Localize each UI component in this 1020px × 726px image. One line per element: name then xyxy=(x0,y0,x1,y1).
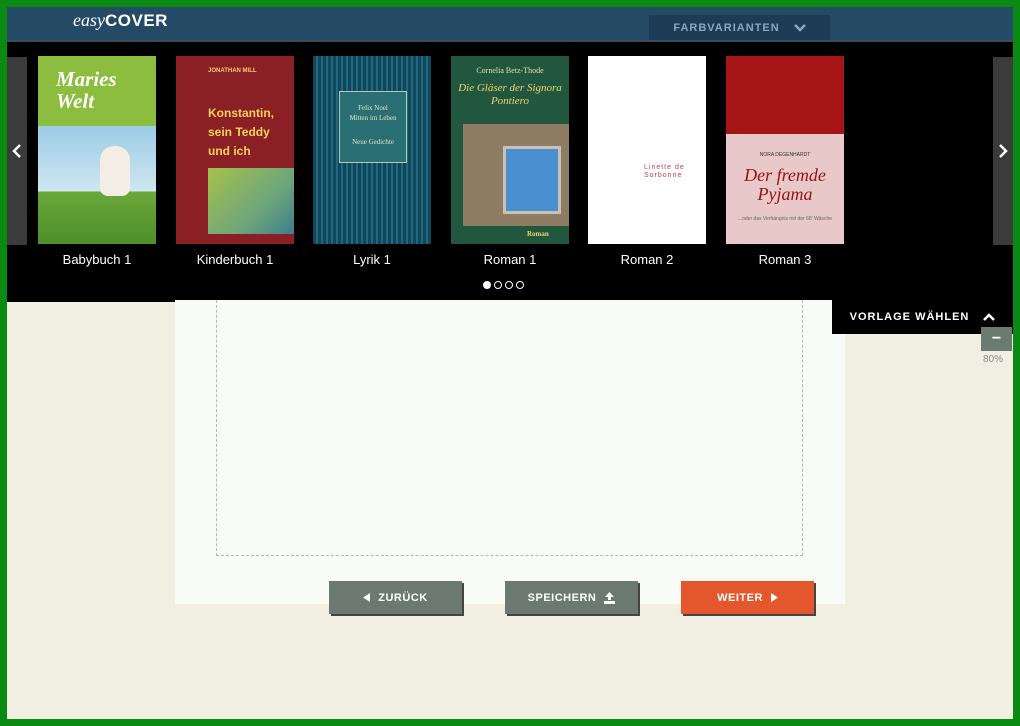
back-button[interactable]: ZURÜCK xyxy=(329,581,462,614)
save-button[interactable]: SPEICHERN xyxy=(505,581,638,614)
pagination-dot-1[interactable] xyxy=(483,281,491,289)
easycover-logo[interactable]: easyCOVER xyxy=(73,10,168,31)
template-kinderbuch-1[interactable]: JONATHAN MILL Konstantin, sein Teddy und… xyxy=(176,56,294,267)
farbvarianten-label: FARBVARIANTEN xyxy=(673,21,780,34)
template-carousel: Maries Welt Babybuch 1 JONATHAN MILL Kon… xyxy=(7,40,1013,302)
book-cover-image: Maries Welt xyxy=(38,56,156,244)
chevron-right-icon xyxy=(999,144,1008,158)
book-cover-image: Felix Noel Mitten im Leben Neue Gedichte xyxy=(313,56,431,244)
cover-subtitle: Neue Gedichte xyxy=(352,138,394,146)
book-label: Roman 2 xyxy=(620,252,674,267)
next-button[interactable]: WEITER xyxy=(681,581,814,614)
cover-title: Linette de Sorbonne xyxy=(644,164,685,179)
book-cover-image: NORA DEGENHARDT Der fremde Pyjama ...ode… xyxy=(726,56,844,244)
app-frame: easyCOVER FARBVARIANTEN Maries Welt Baby… xyxy=(7,7,1013,719)
chevron-down-icon xyxy=(793,23,806,32)
book-cover-image: Cornelia Betz-Thode Die Gläser der Signo… xyxy=(451,56,569,244)
book-cover-image: JONATHAN MILL Konstantin, sein Teddy und… xyxy=(176,56,294,244)
carousel-next-button[interactable] xyxy=(993,57,1013,245)
triangle-left-icon xyxy=(363,593,371,602)
pagination-dot-3[interactable] xyxy=(505,281,513,289)
save-label: SPEICHERN xyxy=(527,591,597,604)
cover-subtitle: ...oder das Verhängnis mit der 68' Wäsch… xyxy=(737,216,833,222)
cover-title: Mitten im Leben xyxy=(349,114,397,122)
template-babybuch-1[interactable]: Maries Welt Babybuch 1 xyxy=(38,56,156,267)
template-lyrik-1[interactable]: Felix Noel Mitten im Leben Neue Gedichte… xyxy=(313,56,431,267)
zoom-level: 80% xyxy=(983,354,1004,365)
cover-author: Cornelia Betz-Thode xyxy=(476,66,544,75)
pagination-dot-4[interactable] xyxy=(516,281,524,289)
book-label: Roman 1 xyxy=(483,252,537,267)
farbvarianten-dropdown[interactable]: FARBVARIANTEN xyxy=(649,15,830,40)
header-bar: easyCOVER FARBVARIANTEN xyxy=(7,7,1013,40)
minus-icon: − xyxy=(991,330,1002,347)
pagination-dot-2[interactable] xyxy=(494,281,502,289)
carousel-pagination xyxy=(483,281,524,289)
book-label: Babybuch 1 xyxy=(62,252,132,267)
template-roman-1[interactable]: Cornelia Betz-Thode Die Gläser der Signo… xyxy=(451,56,569,267)
save-upload-icon xyxy=(604,591,616,604)
book-label: Kinderbuch 1 xyxy=(196,252,274,267)
cover-author: NORA DEGENHARDT xyxy=(759,152,811,158)
carousel-prev-button[interactable] xyxy=(7,57,27,245)
cover-genre: Roman xyxy=(527,230,549,238)
template-roman-3[interactable]: NORA DEGENHARDT Der fremde Pyjama ...ode… xyxy=(726,56,844,267)
book-label: Lyrik 1 xyxy=(353,252,391,267)
cover-title: Die Gläser der Signora Pontiero xyxy=(458,82,562,107)
chevron-left-icon xyxy=(12,144,21,158)
cover-title: Konstantin, sein Teddy und ich xyxy=(208,106,274,158)
cover-title: Maries Welt xyxy=(56,67,117,113)
logo-easy: easy xyxy=(73,10,105,30)
template-roman-2[interactable]: Linette de Sorbonne Roman 2 xyxy=(588,56,706,267)
logo-cover: COVER xyxy=(104,11,168,30)
back-label: ZURÜCK xyxy=(378,591,428,604)
next-label: WEITER xyxy=(717,591,763,604)
vorlage-label: VORLAGE WÄHLEN xyxy=(849,311,970,323)
cover-author: JONATHAN MILL xyxy=(208,68,257,74)
book-cover-image: Linette de Sorbonne xyxy=(588,56,706,244)
cover-author: Felix Noel xyxy=(358,104,388,112)
cover-title: Der fremde Pyjama xyxy=(744,165,826,204)
cover-print-area xyxy=(216,300,803,556)
chevron-up-icon xyxy=(983,313,996,321)
triangle-right-icon xyxy=(770,593,778,602)
zoom-out-button[interactable]: − xyxy=(981,327,1012,351)
book-label: Roman 3 xyxy=(758,252,812,267)
